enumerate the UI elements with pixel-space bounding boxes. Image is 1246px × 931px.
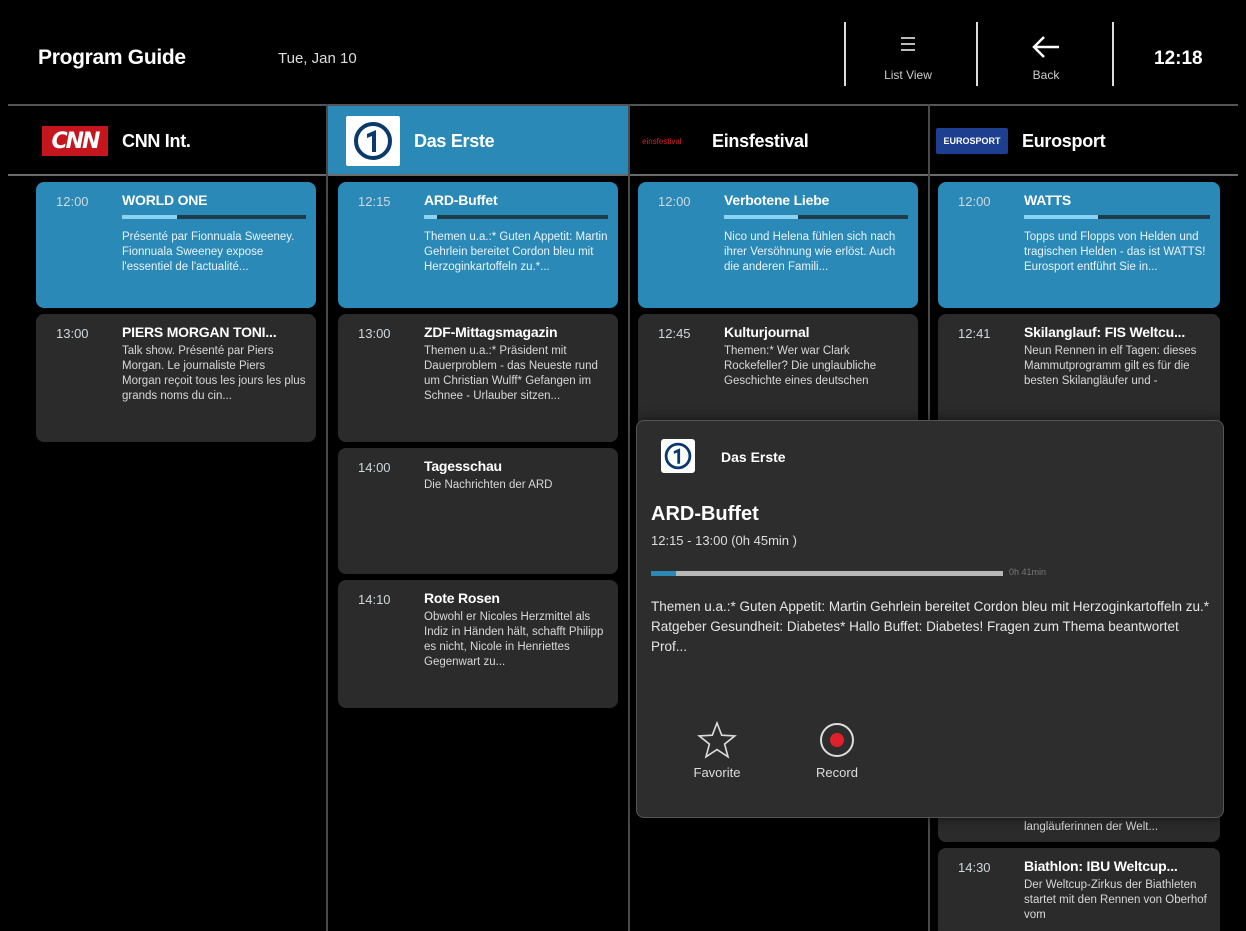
record-icon	[820, 723, 854, 757]
favorite-label: Favorite	[693, 765, 741, 780]
column-divider	[326, 104, 328, 931]
program-title: WORLD ONE	[122, 192, 208, 208]
program-card[interactable]: 14:00 Tagesschau Die Nachrichten der ARD	[338, 448, 618, 574]
program-progress-fill	[424, 215, 437, 219]
program-card[interactable]: 12:00 Verbotene Liebe Nico und Helena fü…	[638, 182, 918, 308]
program-title: Skilanglauf: FIS Weltcu...	[1024, 324, 1186, 340]
program-progress-bar	[724, 215, 908, 219]
program-progress-bar	[1024, 215, 1210, 219]
column-divider	[628, 104, 630, 931]
program-description: langläuferinnen der Welt...	[1024, 821, 1159, 833]
channel-name: Eurosport	[1022, 130, 1106, 151]
program-description: Nico und Helena fühlen sich nach ihrer V…	[724, 231, 896, 273]
top-bar: Program Guide Tue, Jan 10 List View Back…	[8, 8, 1238, 104]
program-progress-fill	[724, 215, 798, 219]
program-title: ARD-Buffet	[424, 192, 498, 208]
popup-description: Themen u.a.:* Guten Appetit: Martin Gehr…	[651, 599, 1210, 654]
popup-progress-fill	[651, 571, 676, 576]
channel-name: Einsfestival	[712, 130, 809, 151]
eurosport-logo: EUROSPORT	[936, 128, 1008, 154]
program-title: PIERS MORGAN TONI...	[122, 324, 277, 340]
program-time: 12:00	[658, 194, 691, 209]
program-description: Themen u.a.:* Präsident mit Dauerproblem…	[424, 345, 598, 402]
program-time: 12:00	[958, 194, 991, 209]
program-card[interactable]: 12:00 WATTS Topps und Flopps von Helden …	[938, 182, 1220, 308]
divider	[976, 22, 978, 86]
einsfestival-logo: einsfestival	[642, 136, 682, 146]
program-title: WATTS	[1024, 192, 1071, 208]
program-title: ZDF-Mittagsmagazin	[424, 324, 558, 340]
program-description: Topps und Flopps von Helden und tragisch…	[1024, 231, 1206, 273]
program-time: 13:00	[56, 326, 89, 341]
date-label: Tue, Jan 10	[278, 50, 357, 67]
program-time: 12:00	[56, 194, 89, 209]
program-time: 14:10	[358, 592, 391, 607]
popup-channel-name: Das Erste	[721, 449, 786, 465]
channel-name: Das Erste	[414, 130, 495, 151]
back-arrow-icon	[1032, 36, 1059, 58]
program-card[interactable]: 12:00 WORLD ONE Présenté par Fionnuala S…	[36, 182, 316, 308]
program-title: Rote Rosen	[424, 590, 500, 606]
record-label: Record	[816, 765, 858, 780]
program-card[interactable]: 14:30 Biathlon: IBU Weltcup... Der Weltc…	[938, 848, 1220, 931]
program-time: 12:41	[958, 326, 991, 341]
program-description: Obwohl er Nicoles Herzmittel als Indiz i…	[424, 611, 604, 668]
list-icon	[901, 37, 915, 51]
program-detail-popup: Das Erste ARD-Buffet 12:15 - 13:00 (0h 4…	[636, 420, 1224, 818]
popup-program-time: 12:15 - 13:00 (0h 45min )	[651, 533, 797, 548]
das-erste-logo	[661, 439, 695, 473]
program-title: Biathlon: IBU Weltcup...	[1024, 858, 1178, 874]
program-progress-fill	[1024, 215, 1099, 219]
program-time: 14:00	[358, 460, 391, 475]
divider	[1112, 22, 1114, 86]
das-erste-logo	[346, 116, 400, 166]
program-card[interactable]: 13:00 ZDF-Mittagsmagazin Themen u.a.:* P…	[338, 314, 618, 442]
program-time: 14:30	[958, 860, 991, 875]
program-title: Kulturjournal	[724, 324, 810, 340]
popup-remaining-time: 0h 41min	[1009, 567, 1047, 577]
program-description: Themen u.a.:* Guten Appetit: Martin Gehr…	[424, 231, 608, 273]
program-description: Neun Rennen in elf Tagen: dieses Mammutp…	[1024, 345, 1197, 387]
program-time: 12:15	[358, 194, 391, 209]
popup-program-title: ARD-Buffet	[651, 503, 759, 525]
channel-header-eurosport[interactable]: EUROSPORT Eurosport	[930, 106, 1238, 176]
channel-header-cnn[interactable]: CNN CNN Int.	[8, 106, 326, 176]
clock: 12:18	[1154, 48, 1203, 69]
back-label: Back	[1032, 68, 1060, 82]
program-description: Talk show. Présenté par Piers Morgan. Le…	[122, 345, 306, 402]
channel-header-row: CNN CNN Int. Das Erste einsfestival Eins…	[8, 104, 1238, 176]
program-description: Présenté par Fionnuala Sweeney. Fionnual…	[122, 231, 295, 273]
program-title: Verbotene Liebe	[724, 192, 830, 208]
favorite-button[interactable]: Favorite	[667, 721, 767, 780]
channel-header-einsfestival[interactable]: einsfestival Einsfestival	[630, 106, 928, 176]
page-title: Program Guide	[38, 46, 186, 69]
das-erste-logo-icon	[664, 442, 692, 470]
program-progress-fill	[122, 215, 178, 219]
list-view-label: List View	[884, 68, 932, 82]
cnn-logo: CNN	[42, 126, 108, 156]
program-progress-bar	[424, 215, 608, 219]
back-button[interactable]: Back	[984, 8, 1108, 104]
program-card[interactable]: 13:00 PIERS MORGAN TONI... Talk show. Pr…	[36, 314, 316, 442]
program-description: Themen:* Wer war Clark Rockefeller? Die …	[724, 345, 877, 387]
das-erste-logo-icon	[354, 122, 392, 160]
record-button[interactable]: Record	[787, 721, 887, 780]
program-time: 12:45	[658, 326, 691, 341]
program-card[interactable]: 14:10 Rote Rosen Obwohl er Nicoles Herzm…	[338, 580, 618, 708]
program-time: 13:00	[358, 326, 391, 341]
program-description: Der Weltcup-Zirkus der Biathleten starte…	[1024, 879, 1207, 921]
star-icon	[697, 721, 737, 759]
list-view-button[interactable]: List View	[846, 8, 970, 104]
channel-header-das-erste[interactable]: Das Erste	[328, 106, 628, 176]
header-divider	[8, 174, 1238, 176]
program-card[interactable]: 12:15 ARD-Buffet Themen u.a.:* Guten App…	[338, 182, 618, 308]
program-description: Die Nachrichten der ARD	[424, 479, 553, 491]
popup-progress-bar	[651, 571, 1003, 576]
program-progress-bar	[122, 215, 306, 219]
program-title: Tagesschau	[424, 458, 502, 474]
channel-name: CNN Int.	[122, 130, 191, 151]
